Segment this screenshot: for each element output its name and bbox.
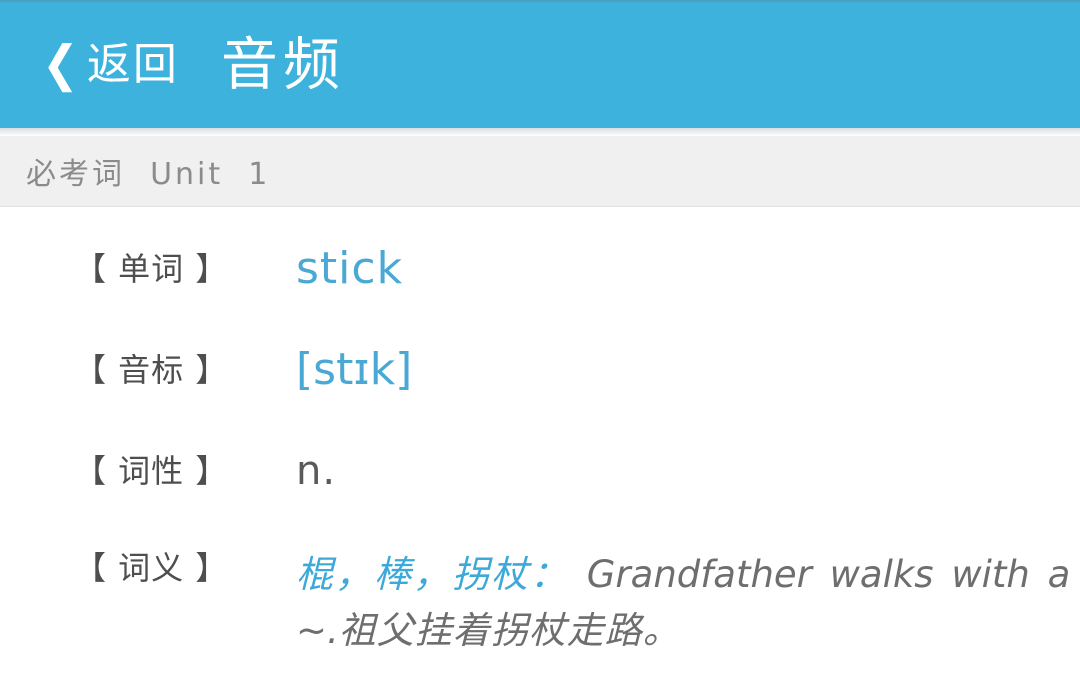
entry-value-word: stick	[296, 243, 404, 294]
chevron-left-icon: ❮	[42, 35, 79, 93]
entry-label-meaning: 【 词义 】	[74, 549, 229, 587]
entry-label-phonetic: 【 音标 】	[74, 351, 229, 389]
entry-value-phonetic: [stɪk]	[296, 344, 413, 395]
word-entry: 【 单词 】 stick 【 音标 】 [stɪk] 【 词性 】 n. 【 词…	[0, 208, 1080, 675]
meaning-example-translation: 祖父挂着拐杖走路。	[338, 609, 681, 652]
entry-label-part-of-speech: 【 词性 】	[74, 452, 229, 490]
entry-value-part-of-speech: n.	[296, 448, 337, 494]
entry-row-meaning: 【 词义 】 棍，棒，拐杖： Grandfather walks with a …	[0, 543, 1080, 663]
navigation-bar: ❮ 返回 音频	[0, 0, 1080, 128]
navbar-shadow	[0, 128, 1080, 136]
meaning-chinese-gloss: 棍，棒，拐杖：	[296, 553, 569, 596]
audio-word-detail-screen: ❮ 返回 音频 必考词 Unit 1 【 单词 】 stick 【 音标 】 […	[0, 0, 1080, 675]
page-title: 音频	[220, 31, 345, 98]
entry-row-part-of-speech: 【 词性 】 n.	[0, 446, 1080, 543]
back-button-label: 返回	[86, 39, 179, 90]
entry-row-word: 【 单词 】 stick	[0, 244, 1080, 345]
unit-subheader: 必考词 Unit 1	[0, 136, 1080, 207]
entry-value-meaning: 棍，棒，拐杖： Grandfather walks with a ~.祖父挂着拐…	[296, 543, 1080, 659]
back-button[interactable]: ❮ 返回	[42, 26, 179, 104]
entry-label-word: 【 单词 】	[74, 250, 229, 288]
entry-row-phonetic: 【 音标 】 [stɪk]	[0, 345, 1080, 446]
unit-subheader-label: 必考词 Unit 1	[26, 157, 271, 192]
